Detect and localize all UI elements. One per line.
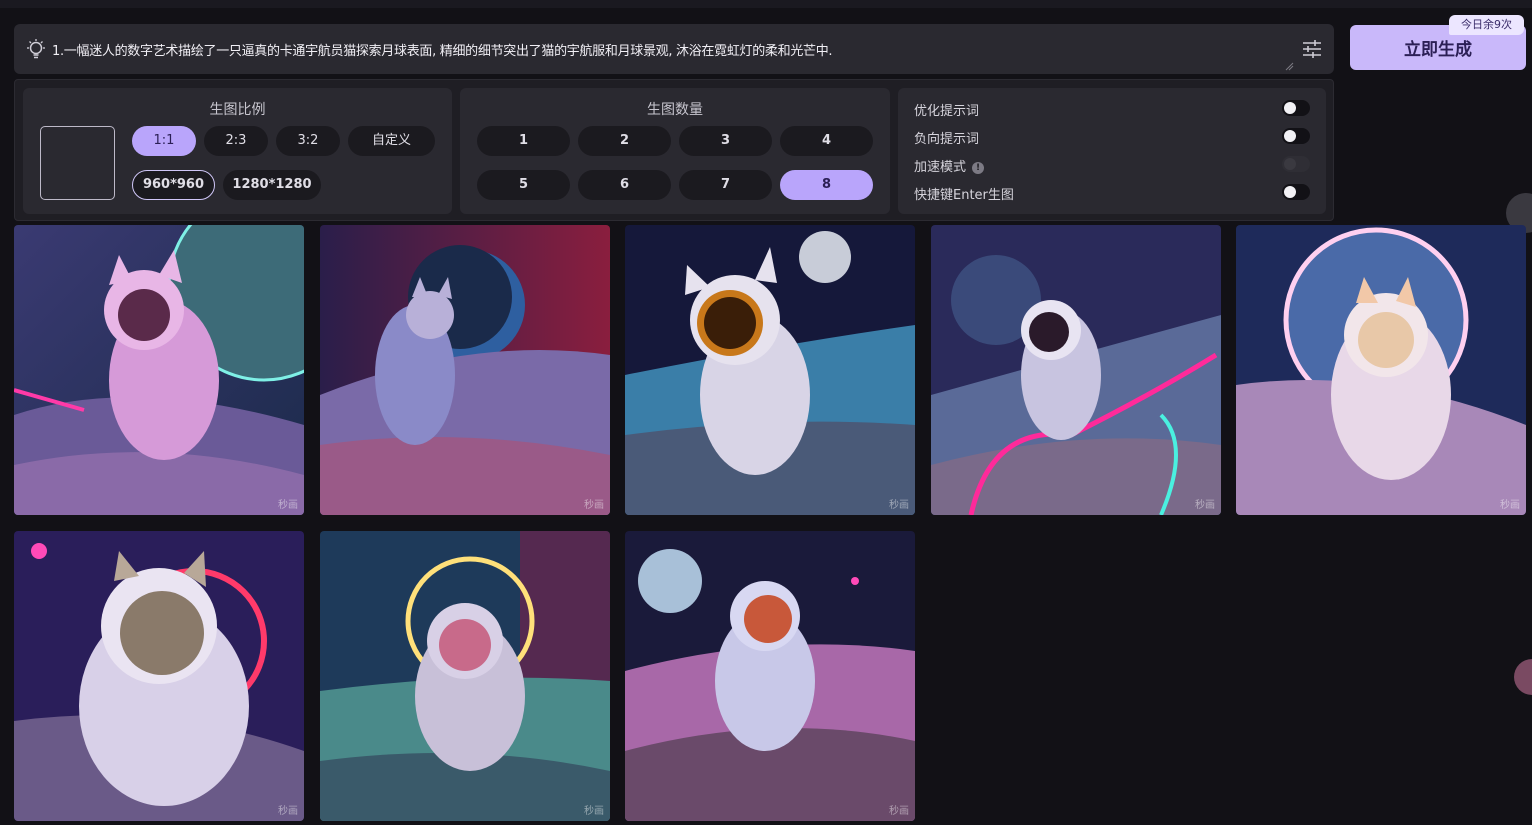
info-icon[interactable]: ! (972, 161, 985, 174)
resize-grip-icon[interactable] (1285, 62, 1294, 71)
generated-image-5[interactable]: 秒画 (1236, 225, 1526, 515)
negative-label: 负向提示词 (914, 132, 980, 147)
count-card: 生图数量 1 2 3 4 5 6 7 8 (460, 88, 890, 214)
count-option-8[interactable]: 8 (780, 170, 873, 200)
ratio-option-3-2[interactable]: 3:2 (276, 126, 340, 156)
lightbulb-icon (27, 39, 45, 59)
generated-image-4[interactable]: 秒画 (931, 225, 1221, 515)
settings-panel: 生图比例 1:1 2:3 3:2 自定义 960*960 1280*1280 生… (14, 79, 1334, 221)
count-option-3[interactable]: 3 (679, 126, 772, 156)
watermark: 秒画 (278, 806, 298, 817)
ratio-preview (40, 126, 115, 200)
size-option-1280[interactable]: 1280*1280 (223, 170, 321, 200)
floating-help-button[interactable] (1514, 659, 1532, 695)
generated-image-1[interactable]: 秒画 (14, 225, 304, 515)
ratio-title: 生图比例 (209, 102, 266, 118)
speed-label: 加速模式! (914, 156, 985, 175)
watermark: 秒画 (889, 500, 909, 511)
generated-image-7[interactable]: 秒画 (320, 531, 610, 821)
options-card: 优化提示词 负向提示词 加速模式! 快捷键Enter生图 (898, 88, 1326, 214)
negative-row: 负向提示词 (914, 125, 1310, 147)
watermark: 秒画 (584, 500, 604, 511)
speed-toggle (1282, 156, 1310, 172)
prompt-input[interactable]: 1.一幅迷人的数字艺术描绘了一只逼真的卡通宇航员猫探索月球表面, 精细的细节突出… (14, 24, 1334, 74)
generated-image-2[interactable]: 秒画 (320, 225, 610, 515)
speed-row: 加速模式! (914, 153, 1310, 175)
speed-label-text: 加速模式 (914, 160, 967, 175)
count-option-2[interactable]: 2 (578, 126, 671, 156)
generated-image-6[interactable]: 秒画 (14, 531, 304, 821)
watermark: 秒画 (1195, 500, 1215, 511)
count-title: 生图数量 (647, 102, 703, 118)
count-option-1[interactable]: 1 (477, 126, 570, 156)
optimize-toggle[interactable] (1282, 100, 1310, 116)
top-strip (0, 0, 1532, 8)
watermark: 秒画 (278, 500, 298, 511)
size-option-960[interactable]: 960*960 (132, 170, 215, 200)
enter-toggle[interactable] (1282, 184, 1310, 200)
optimize-label: 优化提示词 (914, 104, 980, 119)
count-option-5[interactable]: 5 (477, 170, 570, 200)
generated-image-8[interactable]: 秒画 (625, 531, 915, 821)
watermark: 秒画 (584, 806, 604, 817)
negative-toggle[interactable] (1282, 128, 1310, 144)
watermark: 秒画 (889, 806, 909, 817)
count-option-6[interactable]: 6 (578, 170, 671, 200)
count-option-7[interactable]: 7 (679, 170, 772, 200)
ratio-option-custom[interactable]: 自定义 (348, 126, 435, 156)
watermark: 秒画 (1500, 500, 1520, 511)
ratio-option-2-3[interactable]: 2:3 (204, 126, 268, 156)
count-option-4[interactable]: 4 (780, 126, 873, 156)
prompt-text[interactable]: 1.一幅迷人的数字艺术描绘了一只逼真的卡通宇航员猫探索月球表面, 精细的细节突出… (52, 40, 1284, 59)
ratio-option-1-1[interactable]: 1:1 (132, 126, 196, 156)
enter-row: 快捷键Enter生图 (914, 181, 1310, 203)
quota-badge: 今日余9次 (1449, 15, 1524, 35)
generated-image-3[interactable]: 秒画 (625, 225, 915, 515)
optimize-row: 优化提示词 (914, 97, 1310, 119)
ratio-card: 生图比例 1:1 2:3 3:2 自定义 960*960 1280*1280 (23, 88, 452, 214)
enter-label: 快捷键Enter生图 (914, 188, 1014, 203)
sliders-icon[interactable] (1302, 40, 1322, 58)
